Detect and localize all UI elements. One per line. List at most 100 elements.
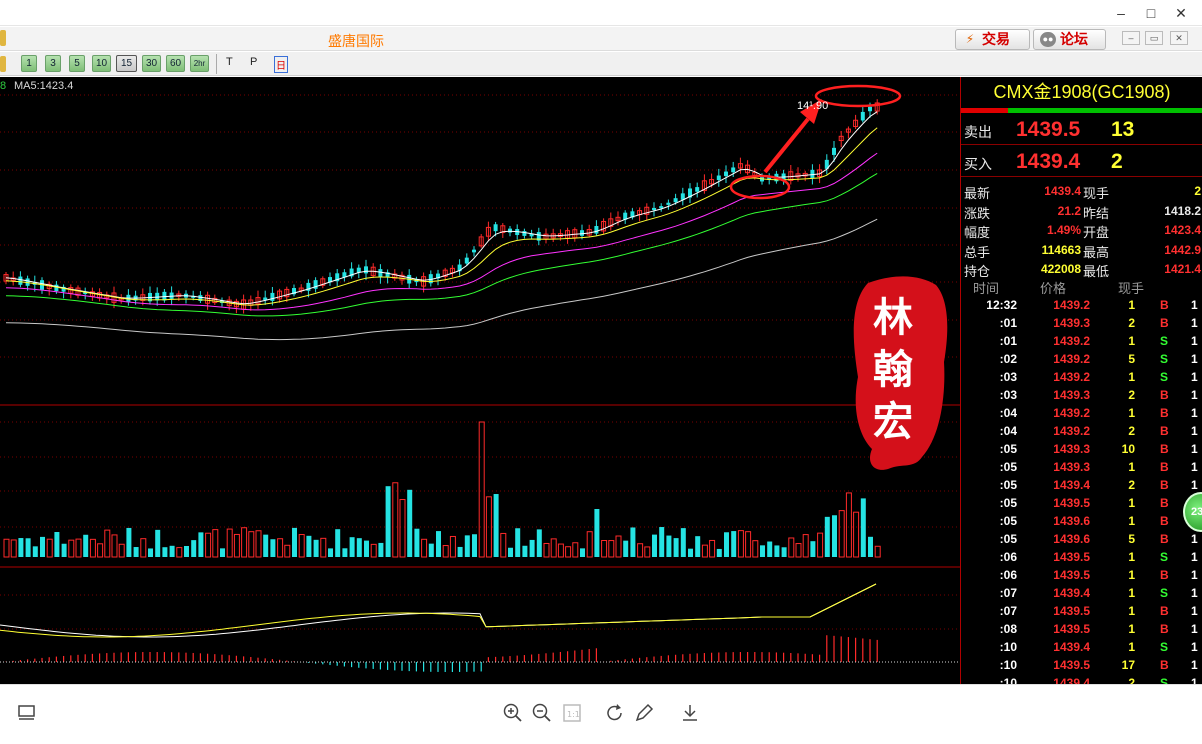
period-2hr-button[interactable]: 2hr xyxy=(190,55,209,72)
volume-bar xyxy=(680,528,686,557)
tool-p-button[interactable]: P xyxy=(250,56,257,68)
tick-count: 1 xyxy=(1191,640,1198,654)
rotate-icon[interactable] xyxy=(604,702,626,724)
volume-bar xyxy=(737,530,744,558)
tick-time: :10 xyxy=(999,676,1017,684)
tick-price: 1439.4 xyxy=(1053,478,1090,492)
volume-bar xyxy=(46,538,53,558)
tick-side: S xyxy=(1160,550,1169,564)
tick-count: 1 xyxy=(1191,352,1198,366)
zoom-in-icon[interactable] xyxy=(502,702,524,724)
panel-close-button[interactable]: ✕ xyxy=(1170,31,1188,45)
tick-price: 1439.5 xyxy=(1053,622,1090,636)
volume-bar xyxy=(126,527,132,557)
volume-bar xyxy=(226,528,233,558)
tick-row: 12:32 1439.2 1 B 1 xyxy=(961,296,1202,314)
ask-volume: 13 xyxy=(1111,118,1135,141)
forum-button[interactable]: ●● 论坛 xyxy=(1033,29,1106,50)
period-1-button[interactable]: 1 xyxy=(21,55,37,72)
quote-stat-value: 21.2 xyxy=(1057,203,1081,218)
candle-body xyxy=(695,187,700,192)
zoom-out-icon[interactable] xyxy=(531,702,553,724)
tick-row: :05 1439.4 2 B 1 xyxy=(961,476,1202,494)
tick-count: 1 xyxy=(1191,604,1198,618)
quote-stat-row: 持仓 422008 最低 1421.4 xyxy=(961,259,1202,279)
close-button[interactable]: ✕ xyxy=(1168,3,1194,23)
volume-bar xyxy=(3,538,10,558)
tool-t-button[interactable]: T xyxy=(226,56,233,68)
kline-chart[interactable]: 8 MA5:1423.4 14¹.90 林 翰 宏 xyxy=(0,77,960,684)
layout-icon[interactable] xyxy=(16,702,38,724)
volume-bar xyxy=(414,528,420,557)
volume-bar xyxy=(364,540,369,557)
volume-bar xyxy=(659,527,665,557)
tick-price: 1439.6 xyxy=(1053,532,1090,546)
tick-count: 1 xyxy=(1191,676,1198,684)
quote-stat-value: 1.49% xyxy=(1046,223,1081,237)
quote-stat-value: 114663 xyxy=(1041,242,1081,257)
tick-count: 1 xyxy=(1191,334,1198,348)
period-3-button[interactable]: 3 xyxy=(45,55,61,72)
bid-volume: 2 xyxy=(1111,150,1123,173)
quote-panel: CMX金1908(GC1908) 卖出 1439.5 13 买入 1439.4 … xyxy=(960,77,1202,684)
period-60-button[interactable]: 60 xyxy=(166,55,185,72)
volume-bar xyxy=(212,529,219,558)
period-15-button[interactable]: 15 xyxy=(116,55,137,72)
period-10-button[interactable]: 10 xyxy=(92,55,111,72)
tick-time: :05 xyxy=(999,496,1017,510)
toolbar-divider xyxy=(216,54,217,74)
volume-bar xyxy=(608,540,615,558)
volume-bar xyxy=(508,547,513,557)
volume-bar xyxy=(292,527,297,557)
candle-body xyxy=(356,267,361,273)
tick-volume: 1 xyxy=(1128,622,1135,636)
volume-bar xyxy=(493,494,499,557)
tick-price: 1439.5 xyxy=(1053,496,1090,510)
volume-bar xyxy=(586,531,593,558)
download-icon[interactable] xyxy=(679,702,701,724)
volume-bar xyxy=(89,538,96,558)
tick-row: :05 1439.3 1 B 1 xyxy=(961,458,1202,476)
volume-bar xyxy=(25,538,31,557)
tick-volume: 5 xyxy=(1128,532,1135,546)
tick-price: 1439.3 xyxy=(1053,316,1090,330)
candle-body xyxy=(378,269,383,277)
sell-strength-bar xyxy=(1008,108,1202,113)
volume-bar xyxy=(32,546,38,557)
edit-icon[interactable] xyxy=(633,702,655,724)
volume-bar xyxy=(111,534,118,558)
tick-count: 1 xyxy=(1191,478,1198,492)
actual-size-icon[interactable]: 1:1 xyxy=(561,702,583,724)
panel-restore-button[interactable]: ▭ xyxy=(1145,31,1163,45)
candle-body xyxy=(464,257,469,264)
quote-stat-label: 幅度 xyxy=(964,225,991,240)
period-30-button[interactable]: 30 xyxy=(142,55,161,72)
calendar-day-button[interactable]: 日 xyxy=(274,56,288,73)
trade-button[interactable]: ⚡ 交易 xyxy=(955,29,1030,50)
volume-bar xyxy=(731,531,737,557)
tick-time: :04 xyxy=(999,424,1017,438)
ask-price: 1439.5 xyxy=(1016,118,1081,141)
lightning-icon: ⚡ xyxy=(965,32,975,46)
tick-volume: 2 xyxy=(1128,676,1135,684)
candle-body xyxy=(724,171,728,177)
viewer-bottom-bar: 1:1 xyxy=(0,684,1202,744)
volume-bar xyxy=(781,547,787,557)
tick-side: B xyxy=(1160,514,1169,528)
maximize-button[interactable]: □ xyxy=(1138,3,1164,23)
minimize-button[interactable]: – xyxy=(1108,3,1134,23)
volume-bar xyxy=(54,531,60,557)
tick-count: 1 xyxy=(1191,424,1198,438)
panel-minimize-button[interactable]: – xyxy=(1122,31,1140,45)
quote-stat-value: 1423.4 xyxy=(1164,223,1201,237)
tick-row: :051439.51B1 xyxy=(961,494,1202,512)
tick-volume: 1 xyxy=(1128,406,1135,420)
tick-count: 1 xyxy=(1191,406,1198,420)
candle-body xyxy=(673,198,678,203)
tick-volume: 1 xyxy=(1128,604,1135,618)
period-5-button[interactable]: 5 xyxy=(69,55,85,72)
forum-button-label: 论坛 xyxy=(1060,31,1088,47)
volume-bar xyxy=(716,548,722,557)
tick-header-price: 价格 xyxy=(1040,281,1067,296)
tick-side: B xyxy=(1160,496,1169,510)
